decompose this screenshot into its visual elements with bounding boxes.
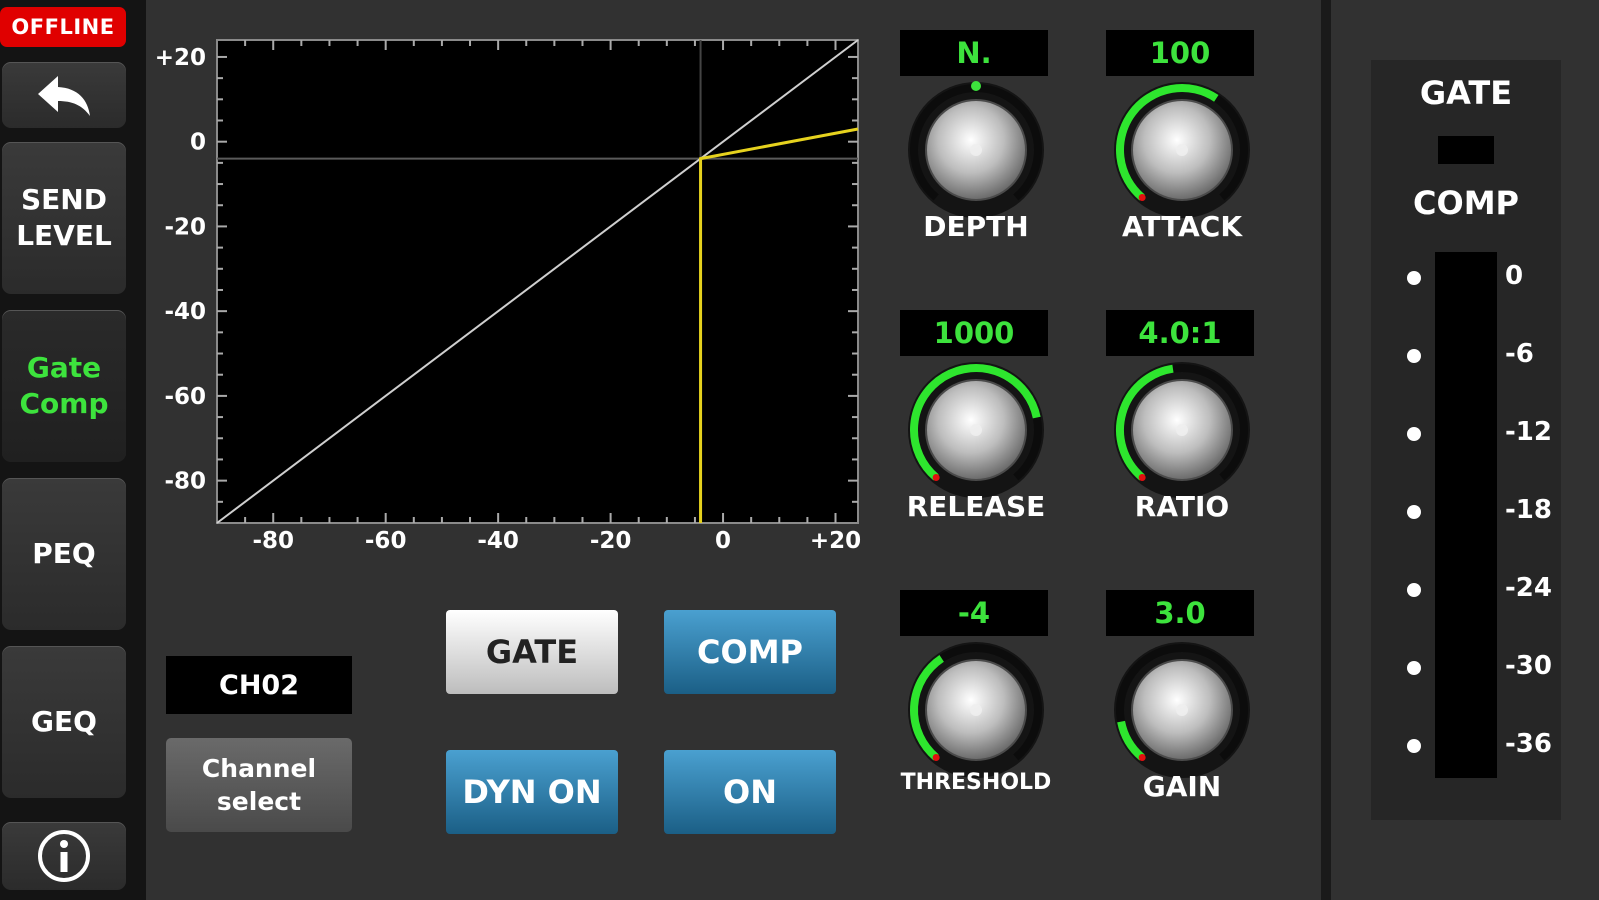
offline-badge: OFFLINE [0, 7, 126, 47]
sidebar-item-geq[interactable]: GEQ [2, 646, 126, 798]
send-level-label-1: SEND [21, 183, 107, 216]
ratio-value-display: 4.0:1 [1106, 310, 1254, 356]
gate-meter-title: GATE [1419, 74, 1513, 112]
depth-value-display: N. [900, 30, 1048, 76]
x-tick-label: -40 [477, 528, 519, 554]
y-tick-label: -60 [164, 384, 206, 410]
sidebar-item-send-level[interactable]: SEND LEVEL [2, 142, 126, 294]
send-level-label-2: LEVEL [16, 219, 112, 252]
gate-indicator [1438, 136, 1494, 164]
ratio-label: RATIO [1134, 490, 1230, 523]
release-label: RELEASE [906, 490, 1046, 523]
y-tick-label: -20 [164, 214, 206, 240]
gain-value-display: 3.0 [1106, 590, 1254, 636]
x-tick-label: -80 [252, 528, 294, 554]
y-tick-label: 0 [190, 130, 206, 156]
channel-select-label-2: select [216, 787, 302, 816]
channel-display: CH02 [166, 656, 352, 714]
gate-button[interactable]: GATE [446, 610, 618, 694]
y-tick-label: +20 [155, 45, 206, 71]
x-tick-label: 0 [715, 528, 731, 554]
meter-dot [1407, 739, 1421, 753]
threshold-label: THRESHOLD [900, 770, 1052, 795]
depth-knob[interactable] [906, 80, 1046, 220]
comp-meter-bar [1435, 252, 1497, 778]
x-tick-label: +20 [810, 528, 861, 554]
channel-select-button[interactable]: Channel select [166, 738, 352, 832]
gate-comp-label-1: Gate [26, 351, 102, 384]
sidebar-item-gate-comp[interactable]: Gate Comp [2, 310, 126, 462]
attack-label: ATTACK [1121, 210, 1243, 243]
threshold-knob[interactable] [906, 640, 1046, 780]
gain-knob[interactable] [1112, 640, 1252, 780]
meter-scale-label: -12 [1505, 417, 1552, 447]
meter-scale-label: -36 [1505, 729, 1552, 759]
release-value-display: 1000 [900, 310, 1048, 356]
x-tick-label: -20 [590, 528, 632, 554]
meter-scale-label: -18 [1505, 495, 1552, 525]
sidebar: OFFLINE SEND LEVEL Gate Comp PEQ GEQ [0, 0, 146, 900]
y-tick-label: -40 [164, 299, 206, 325]
peq-label: PEQ [32, 537, 96, 570]
info-icon [38, 830, 90, 882]
ratio-knob[interactable] [1112, 360, 1252, 500]
y-tick-label: -80 [164, 469, 206, 495]
threshold-value-display: -4 [900, 590, 1048, 636]
comp-meter-title: COMP [1413, 184, 1519, 222]
panel-divider [1321, 0, 1331, 900]
comp-button[interactable]: COMP [664, 610, 836, 694]
attack-knob[interactable] [1112, 80, 1252, 220]
meter-dot [1407, 271, 1421, 285]
meter-panel: GATE COMP 0 -6 -12 -18 -24 -30 -36 [1371, 60, 1561, 820]
meter-scale-label: -24 [1505, 573, 1552, 603]
sidebar-item-peq[interactable]: PEQ [2, 478, 126, 630]
meter-scale-label: -6 [1505, 339, 1534, 369]
info-button[interactable] [2, 822, 126, 890]
meter-scale-label: 0 [1505, 261, 1524, 291]
channel-select-label-1: Channel [201, 754, 317, 783]
gate-comp-label-2: Comp [19, 387, 109, 420]
x-tick-label: -60 [365, 528, 407, 554]
meter-scale-label: -30 [1505, 651, 1552, 681]
back-arrow-icon [38, 76, 90, 116]
release-knob[interactable] [906, 360, 1046, 500]
meter-dot [1407, 349, 1421, 363]
gain-label: GAIN [1142, 770, 1222, 803]
back-button[interactable] [2, 62, 126, 128]
attack-value-display: 100 [1106, 30, 1254, 76]
on-button[interactable]: ON [664, 750, 836, 834]
dynamics-graph: +20 0 -20 -40 -60 -80 -80 -60 -40 -20 0 +20 [155, 39, 861, 554]
dyn-on-button[interactable]: DYN ON [446, 750, 618, 834]
meter-dot [1407, 661, 1421, 675]
meter-dot [1407, 583, 1421, 597]
main-panel: +20 0 -20 -40 -60 -80 -80 -60 -40 -20 0 +20 CH02 Ch… [146, 0, 1321, 900]
depth-label: DEPTH [923, 210, 1029, 243]
geq-label: GEQ [31, 705, 97, 738]
meter-dot [1407, 427, 1421, 441]
meter-section: GATE COMP 0 -6 -12 -18 -24 -30 -36 [1331, 0, 1599, 900]
meter-dot [1407, 505, 1421, 519]
